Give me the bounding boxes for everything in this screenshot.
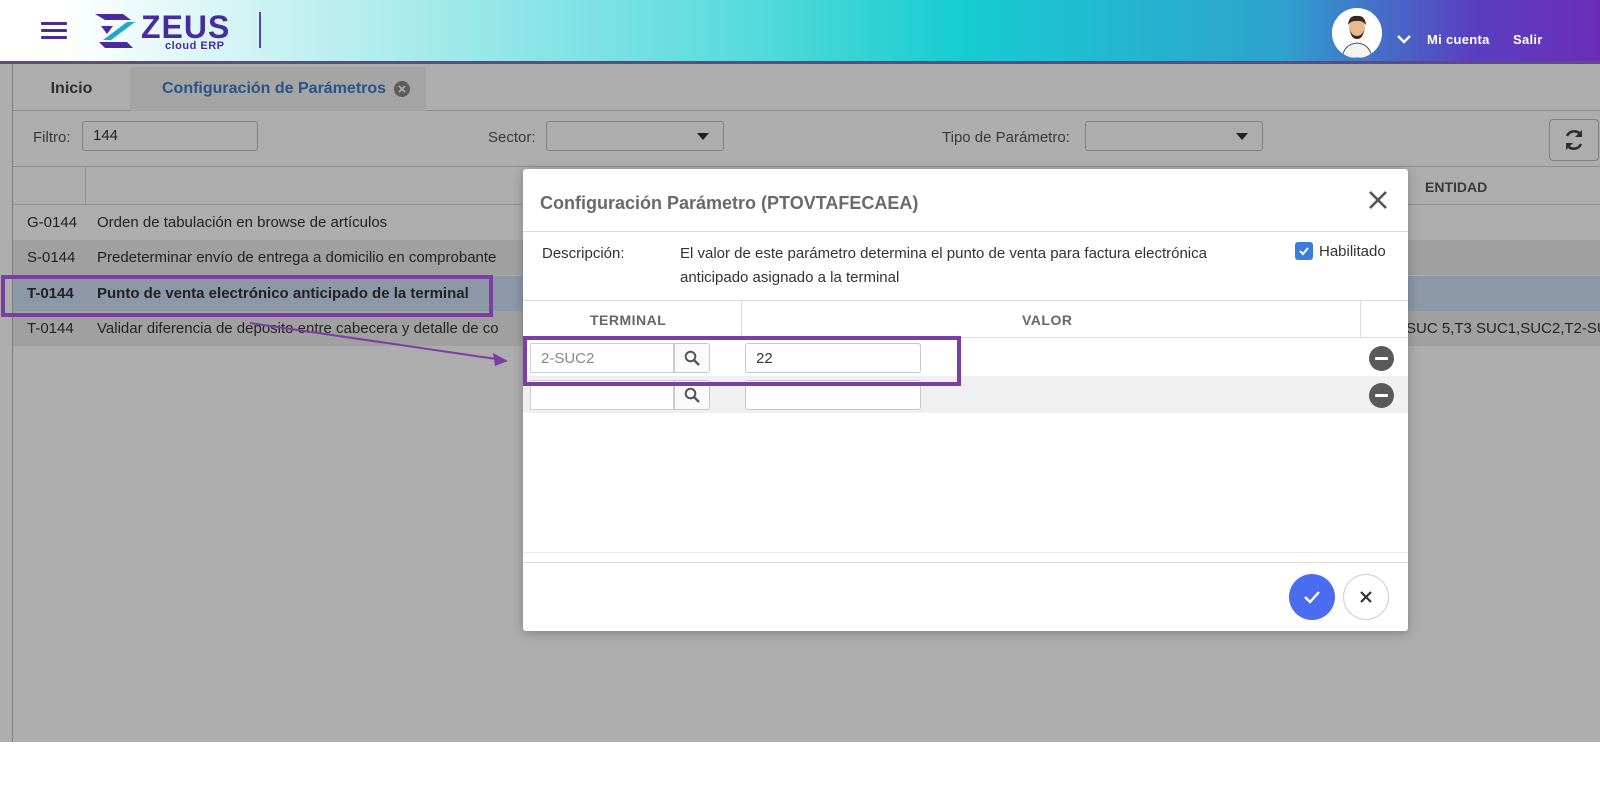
top-header: ZEUS cloud ERP Mi cuenta Salir xyxy=(0,0,1600,64)
description-text: El valor de este parámetro determina el … xyxy=(680,245,1207,286)
accept-button[interactable] xyxy=(1289,574,1335,620)
app-root: ZEUS cloud ERP Mi cuenta Salir Inicio Co… xyxy=(0,0,1600,786)
checkbox-checked-icon[interactable] xyxy=(1295,242,1313,260)
close-icon xyxy=(1360,591,1372,603)
chevron-down-icon[interactable] xyxy=(1397,32,1411,46)
minus-icon xyxy=(1375,394,1388,397)
dialog-divider xyxy=(523,231,1408,232)
column-divider xyxy=(1360,301,1361,339)
remove-row-button[interactable] xyxy=(1369,383,1394,408)
dialog-table-header: TERMINAL VALOR xyxy=(523,300,1408,339)
dialog-footer-divider xyxy=(523,562,1408,563)
close-icon[interactable] xyxy=(1366,188,1390,212)
user-avatar[interactable] xyxy=(1332,8,1382,58)
checkmark-icon xyxy=(1304,591,1320,604)
dialog-body-end xyxy=(523,552,1408,553)
enabled-label: Habilitado xyxy=(1319,242,1386,260)
cancel-button[interactable] xyxy=(1343,574,1389,620)
dialog-title: Configuración Parámetro (PTOVTAFECAEA) xyxy=(540,193,919,213)
logo-subtitle: cloud ERP xyxy=(165,40,225,52)
remove-row-button[interactable] xyxy=(1369,346,1394,371)
column-terminal: TERMINAL xyxy=(590,312,667,328)
my-account-link[interactable]: Mi cuenta xyxy=(1427,32,1490,47)
logo-name: ZEUS xyxy=(141,9,231,45)
logout-link[interactable]: Salir xyxy=(1513,32,1543,47)
zeus-logo: ZEUS cloud ERP xyxy=(93,10,233,52)
minus-icon xyxy=(1375,357,1388,360)
column-divider xyxy=(741,301,742,339)
highlight-box-cell xyxy=(523,336,961,386)
header-divider xyxy=(259,12,261,48)
highlight-box-row xyxy=(1,275,493,317)
description-label: Descripción: xyxy=(542,245,625,262)
parameter-config-dialog: Configuración Parámetro (PTOVTAFECAEA) D… xyxy=(523,169,1408,631)
menu-icon[interactable] xyxy=(41,22,67,40)
search-icon xyxy=(684,387,700,403)
column-value: VALOR xyxy=(1022,312,1073,328)
enabled-checkbox[interactable]: Habilitado xyxy=(1295,242,1386,260)
page-footer-space xyxy=(0,742,1600,786)
